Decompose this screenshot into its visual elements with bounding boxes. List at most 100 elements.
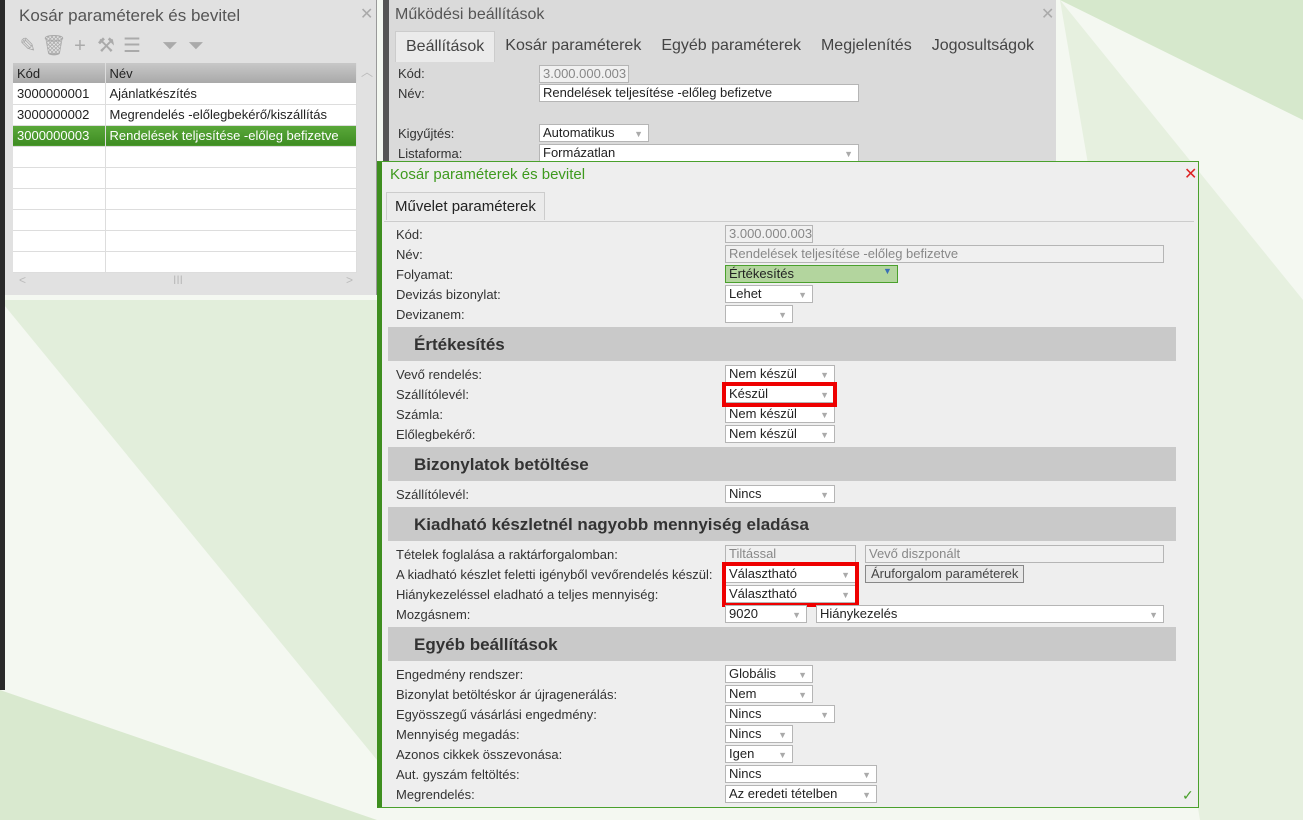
code-field: 3.000.000.003: [725, 225, 813, 243]
horizontal-scrollbar[interactable]: < III >: [13, 273, 357, 291]
red-highlight-box: [722, 382, 837, 407]
auto-number-select[interactable]: Nincs: [725, 765, 877, 783]
basket-table: Kód Név 3000000001 Ajánlatkészítés 3000000…: [13, 63, 357, 273]
field-label: Név:: [396, 247, 423, 262]
tab-operation-params[interactable]: Művelet paraméterek: [386, 192, 545, 220]
reservation-type-field: Vevő diszponált: [865, 545, 1164, 563]
code-field: 3.000.000.003: [539, 65, 629, 83]
field-label: Vevő rendelés:: [396, 367, 483, 382]
quantity-entry-select[interactable]: Nincs: [725, 725, 793, 743]
process-select[interactable]: Értékesítés: [725, 265, 898, 283]
section-header-sales: Értékesítés: [388, 327, 1176, 361]
dialog-title: Kosár paraméterek és bevitel: [390, 166, 586, 183]
empty-row: [13, 146, 357, 168]
name-label: Név:: [398, 86, 425, 101]
filter-icon[interactable]: ⏷: [157, 35, 183, 58]
field-label: Tételek foglalása a raktárforgalomban:: [396, 547, 618, 562]
cell-name: Megrendelés -előlegbekérő/kiszállítás: [105, 104, 357, 126]
section-header-other: Egyéb beállítások: [388, 627, 1176, 661]
field-label: Előlegbekérő:: [396, 427, 476, 442]
tab-other-params[interactable]: Egyéb paraméterek: [651, 31, 811, 62]
list-form-select[interactable]: Formázatlan: [539, 144, 859, 162]
discount-system-select[interactable]: Globális: [725, 665, 813, 683]
window-title: Kosár paraméterek és bevitel: [19, 6, 241, 25]
empty-row: [13, 251, 357, 273]
field-label: Számla:: [396, 407, 443, 422]
cell-code: 3000000003: [13, 125, 106, 147]
collection-select[interactable]: Automatikus: [539, 124, 649, 142]
lump-discount-select[interactable]: Nincs: [725, 705, 835, 723]
section-header-doc-loading: Bizonylatok betöltése: [388, 447, 1176, 481]
tools-icon[interactable]: ⚒: [93, 33, 119, 58]
price-regen-select[interactable]: Nem: [725, 685, 813, 703]
empty-row: [13, 188, 357, 210]
currency-doc-select[interactable]: Lehet: [725, 285, 813, 303]
field-label: Hiánykezeléssel eladható a teljes mennyi…: [396, 587, 659, 602]
dropdown-arrow-icon[interactable]: ▼: [883, 266, 892, 276]
field-label: A kiadható készlet feletti igényből vevő…: [396, 567, 713, 582]
field-label: Azonos cikkek összevonása:: [396, 747, 563, 762]
red-highlight-box: [722, 562, 859, 607]
cell-code: 3000000001: [13, 83, 106, 105]
invoice-select[interactable]: Nem készül: [725, 405, 835, 423]
delete-icon[interactable]: 🗑: [41, 33, 67, 58]
close-icon[interactable]: ✕: [1184, 164, 1197, 184]
movement-type-select[interactable]: 9020: [725, 605, 807, 623]
field-label: Mennyiség megadás:: [396, 727, 520, 742]
currency-select[interactable]: [725, 305, 793, 323]
field-label: Kód:: [396, 227, 423, 242]
cell-name: Ajánlatkészítés: [105, 83, 357, 105]
field-label: Megrendelés:: [396, 787, 475, 802]
tab-settings[interactable]: Beállítások: [395, 31, 496, 62]
add-icon[interactable]: +: [67, 35, 93, 58]
field-label: Devizás bizonylat:: [396, 287, 501, 302]
name-field: Rendelések teljesítése -előleg befizetve: [725, 245, 1164, 263]
name-field[interactable]: Rendelések teljesítése -előleg befizetve: [539, 84, 859, 102]
basket-list-window: Kosár paraméterek és bevitel ✕ ✎ 🗑 + ⚒ ☰ ⏷ ⏷ K…: [5, 0, 377, 295]
advance-request-select[interactable]: Nem készül: [725, 425, 835, 443]
check-icon[interactable]: ✓: [1182, 787, 1194, 804]
field-label: Devizanem:: [396, 307, 465, 322]
basket-params-dialog: Kosár paraméterek és bevitel ✕ Művelet p…: [377, 161, 1199, 808]
goods-flow-params-button[interactable]: Áruforgalom paraméterek: [865, 565, 1025, 583]
order-select[interactable]: Az eredeti tételben: [725, 785, 877, 803]
column-header-code[interactable]: Kód: [13, 63, 106, 83]
delivery-note-load-select[interactable]: Nincs: [725, 485, 835, 503]
window-title: Működési beállítások: [395, 6, 545, 23]
field-label: Mozgásnem:: [396, 607, 471, 622]
field-label: Szállítólevél:: [396, 387, 469, 402]
code-label: Kód:: [398, 66, 425, 81]
tab-permissions[interactable]: Jogosultságok: [922, 31, 1044, 62]
vertical-scrollbar[interactable]: ︿: [361, 63, 375, 273]
field-label: Szállítólevél:: [396, 487, 469, 502]
cell-name: Rendelések teljesítése -előleg befizetve: [105, 125, 357, 147]
table-row[interactable]: 3000000002 Megrendelés -előlegbekérő/kisz…: [13, 104, 357, 126]
table-row[interactable]: 3000000001 Ajánlatkészítés: [13, 83, 357, 105]
empty-row: [13, 230, 357, 252]
settings-window: Működési beállítások ✕ Beállítások Kosár…: [383, 0, 1056, 165]
column-header-name[interactable]: Név: [105, 63, 357, 83]
field-label: Folyamat:: [396, 267, 454, 282]
empty-row: [13, 167, 357, 189]
close-icon[interactable]: ✕: [360, 4, 373, 24]
close-icon[interactable]: ✕: [1041, 4, 1054, 24]
customer-order-select[interactable]: Nem készül: [725, 365, 835, 383]
clear-filter-icon[interactable]: ⏷: [183, 35, 209, 58]
section-header-oversell: Kiadható készletnél nagyobb mennyiség el…: [388, 507, 1176, 541]
table-row-selected[interactable]: 3000000003 Rendelések teljesítése -előleg…: [13, 125, 357, 147]
field-label: Bizonylat betöltéskor ár újragenerálás:: [396, 687, 618, 702]
field-label: Egyösszegű vásárlási engedmény:: [396, 707, 597, 722]
field-label: Engedmény rendszer:: [396, 667, 524, 682]
menu-icon[interactable]: ☰: [119, 33, 145, 58]
tab-basket-params[interactable]: Kosár paraméterek: [495, 31, 651, 62]
field-label: Aut. gyszám feltöltés:: [396, 767, 520, 782]
movement-type-name-select[interactable]: Hiánykezelés: [816, 605, 1164, 623]
tab-display[interactable]: Megjelenítés: [811, 31, 922, 62]
collection-label: Kigyűjtés:: [398, 126, 455, 141]
merge-items-select[interactable]: Igen: [725, 745, 793, 763]
empty-row: [13, 209, 357, 231]
list-form-label: Listaforma:: [398, 146, 463, 161]
reservation-field: Tiltással: [725, 545, 856, 563]
cell-code: 3000000002: [13, 104, 106, 126]
edit-icon[interactable]: ✎: [15, 33, 41, 58]
